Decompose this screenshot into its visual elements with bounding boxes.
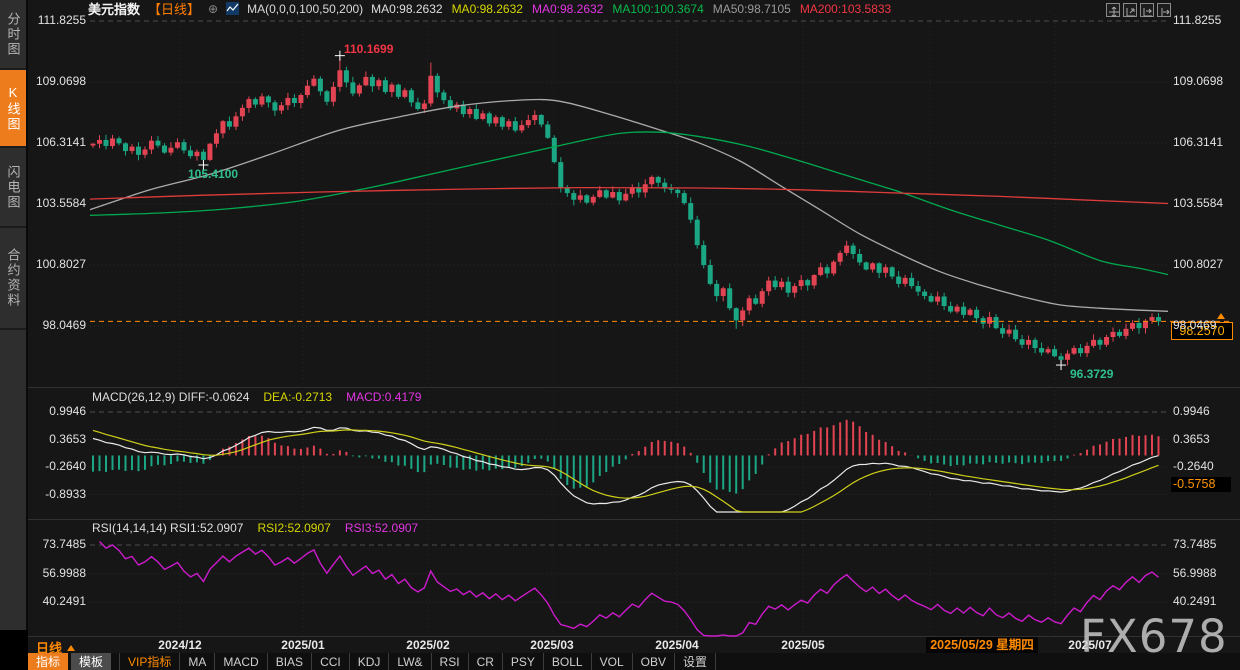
macd-crosshair-value-badge: -0.5758 — [1171, 477, 1231, 492]
toolbar-button-cci[interactable]: CCI — [312, 653, 350, 670]
watermark: FX678 — [1080, 610, 1228, 663]
toolbar-button-rsi[interactable]: RSI — [432, 653, 469, 670]
toolbar-button-vol[interactable]: VOL — [592, 653, 633, 670]
toolbar-tab-0[interactable]: 指标 — [28, 653, 68, 670]
price-axis-left-1: 109.0698 — [24, 75, 86, 88]
toolbar-button-kdj[interactable]: KDJ — [350, 653, 390, 670]
macd-macd-label: MACD:0.4179 — [346, 390, 421, 404]
rsi-label-row: RSI(14,14,14) RSI1:52.0907 RSI2:52.0907 RS… — [92, 521, 418, 535]
macd-axis-left-0: 0.9946 — [24, 405, 86, 418]
toolbar-button-vip-[interactable]: VIP指标 — [119, 653, 180, 670]
toolbar-button-boll[interactable]: BOLL — [544, 653, 592, 670]
date-tick-3: 2025/03 — [530, 638, 573, 652]
price-axis-left-0: 111.8255 — [24, 14, 86, 27]
toolbar-button-obv[interactable]: OBV — [633, 653, 675, 670]
price-axis-right-4: 100.8027 — [1173, 258, 1223, 271]
price-annotation-0: 110.1699 — [344, 42, 393, 56]
price-up-arrow-icon — [1217, 313, 1225, 319]
rsi-axis-right-2: 40.2491 — [1173, 595, 1216, 608]
toolbar-button-ma[interactable]: MA — [180, 653, 215, 670]
rsi2-label: RSI2:52.0907 — [257, 521, 330, 535]
rsi-axis-left-0: 73.7485 — [24, 538, 86, 551]
rsi-axis-right-0: 73.7485 — [1173, 538, 1216, 551]
price-axis-right-1: 109.0698 — [1173, 75, 1223, 88]
toolbar-button-psy[interactable]: PSY — [503, 653, 544, 670]
chart-canvas[interactable] — [0, 0, 1240, 670]
price-axis-left-5: 98.0469 — [24, 319, 86, 332]
price-annotation-1: 105.4100 — [188, 167, 238, 181]
toolbar-button-lw-[interactable]: LW& — [389, 653, 431, 670]
rsi-axis-right-1: 56.9988 — [1173, 567, 1216, 580]
price-axis-left-4: 100.8027 — [24, 258, 86, 271]
toolbar-button-bias[interactable]: BIAS — [268, 653, 312, 670]
macd-axis-left-2: -0.2640 — [24, 460, 86, 473]
price-annotation-2: 96.3729 — [1070, 367, 1113, 381]
date-tick-0: 2024/12 — [158, 638, 201, 652]
crosshair-date-badge: 2025/05/29 星期四 — [926, 637, 1038, 653]
date-tick-5: 2025/05 — [781, 638, 824, 652]
toolbar-button-cr[interactable]: CR — [469, 653, 503, 670]
date-tick-1: 2025/01 — [281, 638, 324, 652]
price-axis-right-3: 103.5584 — [1173, 197, 1223, 210]
macd-label-row: MACD(26,12,9) DIFF:-0.0624 DEA:-0.2713 MAC… — [92, 390, 421, 404]
date-tick-4: 2025/04 — [655, 638, 698, 652]
macd-main-label: MACD(26,12,9) DIFF:-0.0624 — [92, 390, 249, 404]
macd-dea-label: DEA:-0.2713 — [263, 390, 332, 404]
price-axis-right-2: 106.3141 — [1173, 136, 1223, 149]
price-axis-right-0: 111.8255 — [1173, 14, 1221, 27]
rsi1-label: RSI(14,14,14) RSI1:52.0907 — [92, 521, 243, 535]
price-axis-left-2: 106.3141 — [24, 136, 86, 149]
rsi-axis-left-1: 56.9988 — [24, 567, 86, 580]
macd-axis-left-3: -0.8933 — [24, 488, 86, 501]
toolbar-button-macd[interactable]: MACD — [215, 653, 267, 670]
macd-axis-left-1: 0.3653 — [24, 433, 86, 446]
macd-axis-right-2: -0.2640 — [1173, 460, 1214, 473]
toolbar-tab-1[interactable]: 模板 — [71, 653, 111, 670]
indicator-toolbar: 指标模板 VIP指标MAMACDBIASCCIKDJLW&RSICRPSYBOLL… — [28, 653, 1240, 670]
period-up-arrow-icon — [67, 645, 75, 651]
price-axis-right-5: 98.0469 — [1173, 319, 1216, 332]
rsi-axis-left-2: 40.2491 — [24, 595, 86, 608]
rsi3-label: RSI3:52.0907 — [345, 521, 418, 535]
date-axis-row: 日线 2025/05/29 星期四 2024/122025/012025/022… — [28, 637, 1240, 653]
toolbar-button--[interactable]: 设置 — [675, 653, 716, 670]
price-axis-left-3: 103.5584 — [24, 197, 86, 210]
macd-axis-right-0: 0.9946 — [1173, 405, 1210, 418]
date-tick-2: 2025/02 — [406, 638, 449, 652]
macd-axis-right-1: 0.3653 — [1173, 433, 1210, 446]
trading-app-window: 分时图K线图闪电图合约资料 美元指数 【日线】 ⊕ MA(0,0,0,100,5… — [0, 0, 1240, 670]
